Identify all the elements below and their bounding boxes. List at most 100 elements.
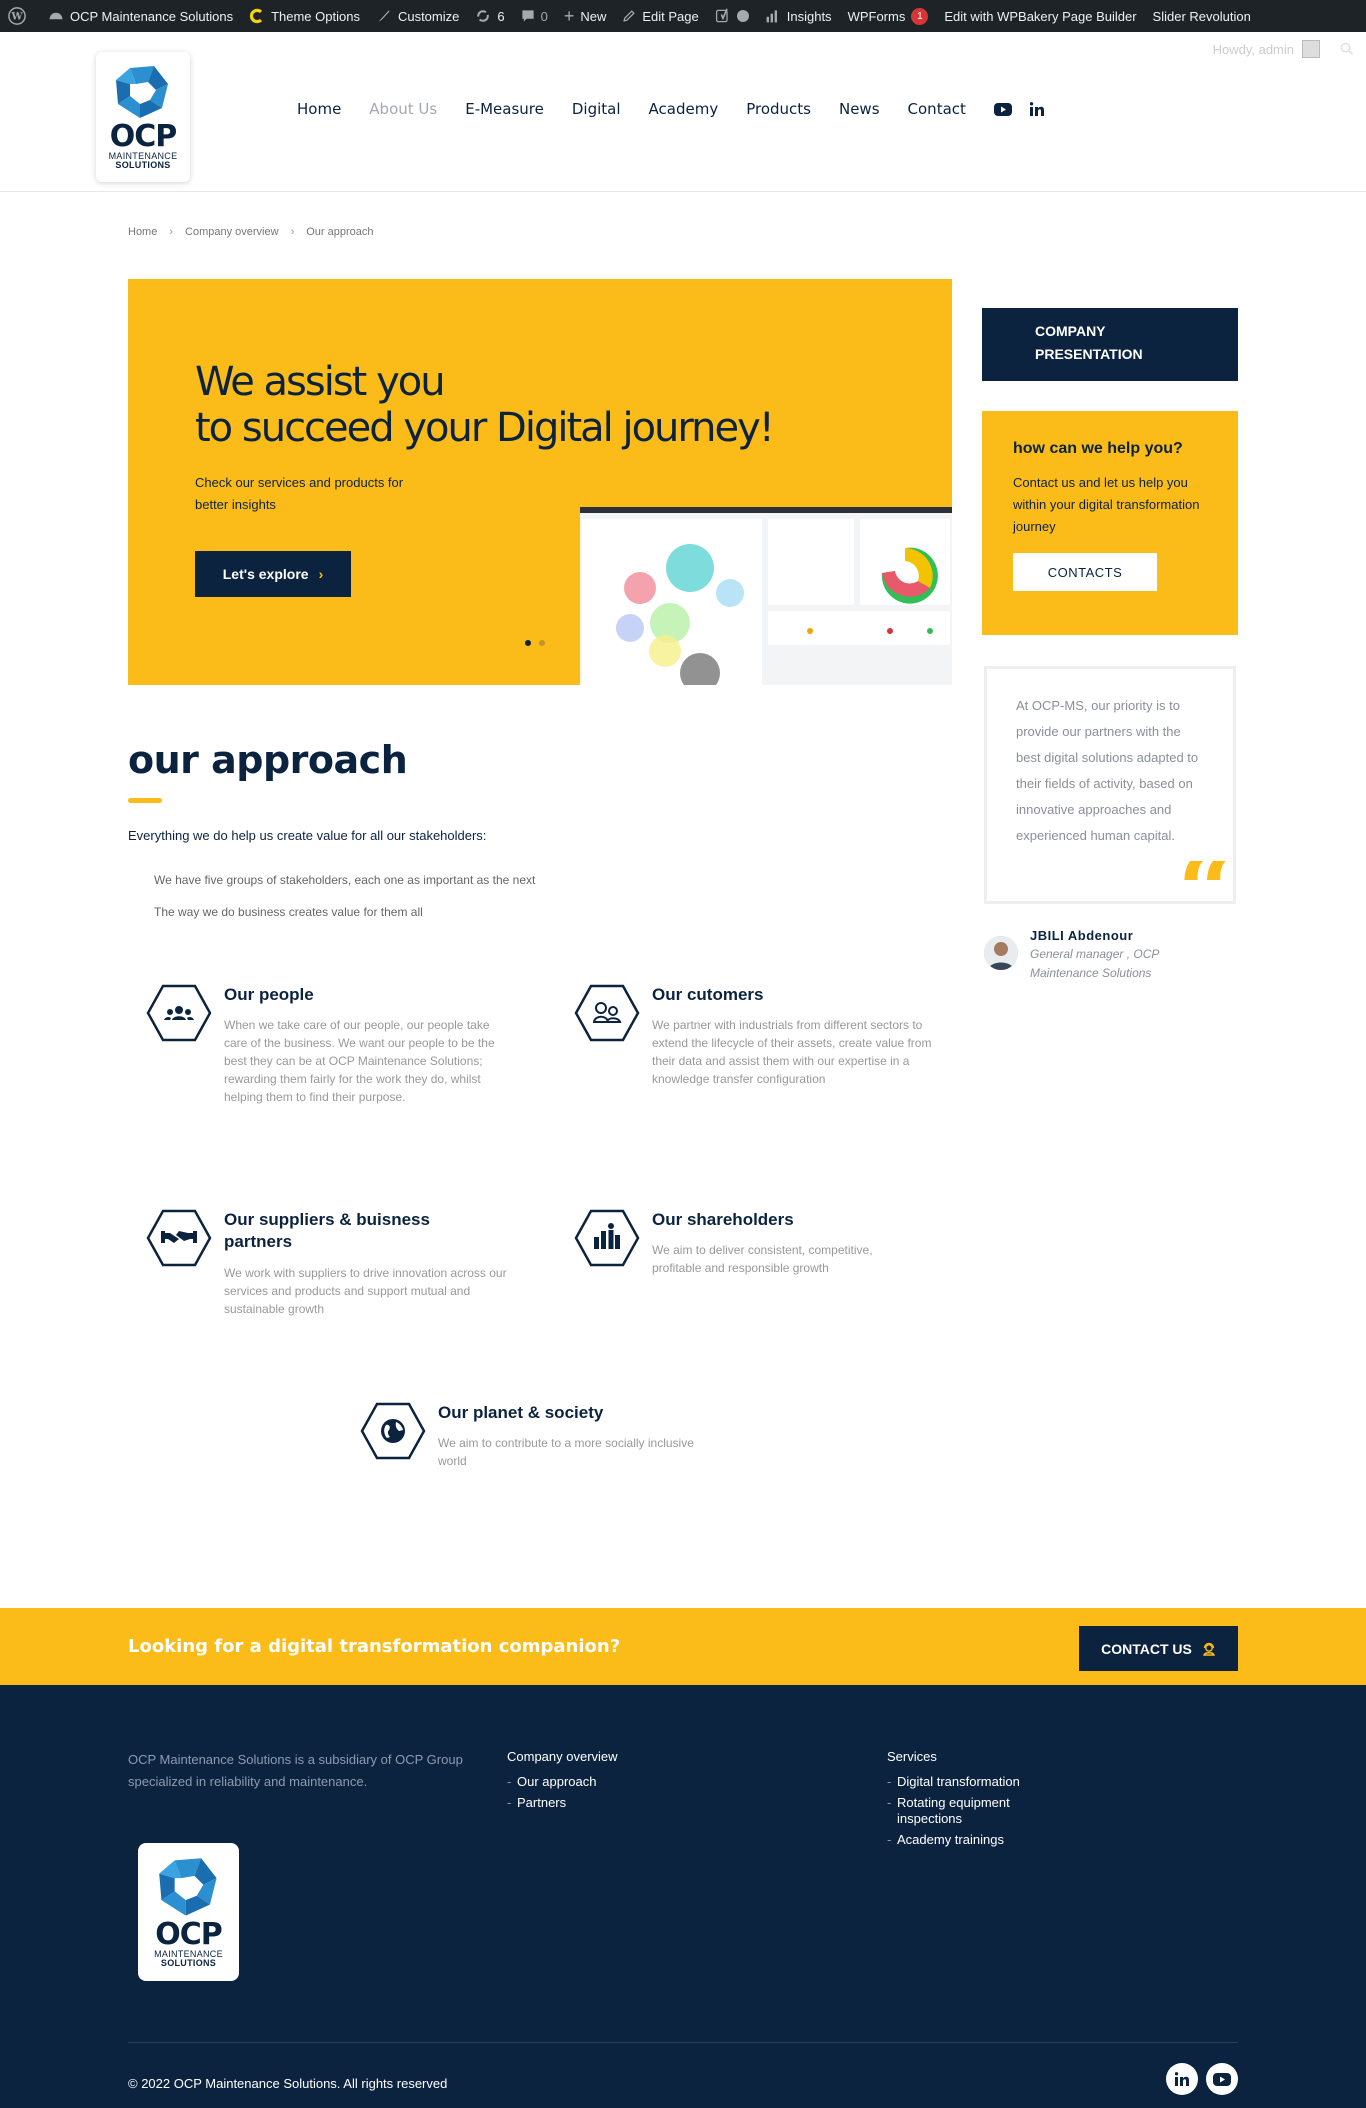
footer-link-partners[interactable]: Partners (507, 1795, 618, 1811)
contacts-button[interactable]: CONTACTS (1013, 553, 1157, 591)
linkedin-icon[interactable] (1166, 2063, 1198, 2095)
stakeholder-title: Our suppliers & buisness partners (224, 1210, 430, 1251)
slider-revolution-menu[interactable]: Slider Revolution (1145, 0, 1259, 32)
help-text: Contact us and let us help you within yo… (1013, 475, 1200, 534)
breadcrumb-company-overview[interactable]: Company overview (185, 226, 279, 238)
stakeholder-customers: Our cutomers We partner with industrials… (574, 984, 934, 1114)
nav-home[interactable]: Home (297, 100, 341, 118)
seo-status-dot (736, 10, 749, 22)
support-agent-icon (1202, 1642, 1215, 1656)
stakeholder-title: Our cutomers (652, 985, 764, 1004)
quote-box: At OCP-MS, our priority is to provide ou… (984, 666, 1236, 904)
site-name-menu[interactable]: OCP Maintenance Solutions (40, 0, 241, 32)
updates-menu[interactable]: 6 (467, 0, 512, 32)
nav-academy[interactable]: Academy (649, 100, 719, 118)
updates-icon (475, 8, 491, 24)
account-menu[interactable]: Howdy, admin (1213, 40, 1320, 58)
footer-link-academy-trainings[interactable]: Academy trainings (887, 1832, 1067, 1848)
quote-text: At OCP-MS, our priority is to provide ou… (1016, 698, 1199, 843)
yoast-menu[interactable] (707, 0, 757, 32)
svg-text:W: W (10, 12, 23, 23)
slider-dot-active[interactable] (525, 640, 531, 646)
breadcrumb: Home › Company overview › Our approach (128, 226, 374, 238)
company-presentation-button[interactable]: COMPANY PRESENTATION (982, 308, 1238, 381)
stakeholder-title: Our people (224, 985, 314, 1004)
footer-logo-name: OCP (155, 1917, 223, 1952)
nav-about-us[interactable]: About Us (369, 100, 437, 118)
stakeholder-text: We partner with industrials from differe… (652, 1018, 932, 1086)
handshake-icon (146, 1209, 212, 1267)
plus-icon: + (563, 5, 575, 26)
nav-e-measure[interactable]: E-Measure (465, 100, 544, 118)
edit-page-menu[interactable]: Edit Page (614, 0, 706, 32)
nav-contact[interactable]: Contact (908, 100, 966, 118)
wpbakery-menu[interactable]: Edit with WPBakery Page Builder (936, 0, 1144, 32)
nav-news[interactable]: News (839, 100, 880, 118)
footer-col-company: Company overview Our approach Partners (507, 1749, 618, 1816)
approach-point: We have five groups of stakeholders, eac… (154, 873, 536, 887)
ocp-logo-mark-icon (116, 66, 168, 118)
admin-bar: W OCP Maintenance Solutions Theme Option… (0, 0, 1366, 32)
chevron-right-icon: › (169, 226, 174, 238)
footer-link-digital-transformation[interactable]: Digital transformation (887, 1774, 1067, 1790)
stakeholder-text: We aim to contribute to a more socially … (438, 1436, 694, 1468)
nav-digital[interactable]: Digital (572, 100, 621, 118)
cta-text: Looking for a digital transformation com… (128, 1636, 621, 1657)
new-content-menu[interactable]: + New (556, 0, 615, 32)
pencil-icon (622, 9, 636, 23)
footer-col-title[interactable]: Company overview (507, 1749, 618, 1764)
theme-options-menu[interactable]: Theme Options (241, 0, 368, 32)
wordpress-menu[interactable]: W (0, 0, 40, 32)
cta-band: Looking for a digital transformation com… (0, 1608, 1366, 1685)
approach-intro: Everything we do help us create value fo… (128, 828, 487, 843)
author-role-1: General manager , OCP (1030, 947, 1160, 961)
page-title: our approach (128, 738, 408, 782)
nav-products[interactable]: Products (746, 100, 811, 118)
dashboard-screenshot (580, 507, 952, 685)
stakeholder-shareholders: Our shareholders We aim to deliver consi… (574, 1209, 934, 1289)
stakeholder-text: We aim to deliver consistent, competitiv… (652, 1243, 873, 1275)
breadcrumb-current: Our approach (306, 226, 374, 238)
search-icon[interactable] (1340, 42, 1354, 56)
footer-col-title[interactable]: Services (887, 1749, 1067, 1764)
logo-name: OCP (109, 119, 178, 154)
yoast-icon (715, 8, 731, 24)
stakeholder-suppliers: Our suppliers & buisness partners We wor… (146, 1209, 516, 1329)
author-name: JBILI Abdenour (1030, 928, 1134, 943)
customize-menu[interactable]: Customize (368, 0, 467, 32)
youtube-icon[interactable] (1206, 2063, 1238, 2095)
hero-subtitle: Check our services and products for bett… (195, 475, 404, 512)
wordpress-icon: W (8, 7, 26, 25)
site-logo[interactable]: OCP MAINTENANCE SOLUTIONS (96, 52, 190, 182)
comment-icon (521, 9, 535, 23)
ocp-logo-mark-icon (158, 1858, 217, 1916)
wpforms-menu[interactable]: WPForms 1 (840, 0, 937, 32)
insights-menu[interactable]: Insights (757, 0, 840, 32)
dashboard-icon (48, 8, 64, 24)
author-role-2: Maintenance Solutions (1030, 966, 1152, 980)
linkedin-icon[interactable] (1029, 102, 1044, 116)
youtube-icon[interactable] (993, 102, 1012, 116)
slider-dot[interactable] (539, 640, 545, 646)
comments-menu[interactable]: 0 (513, 0, 556, 32)
title-underline (128, 798, 162, 803)
quote-author: JBILI Abdenour General manager , OCP Mai… (984, 928, 1159, 983)
main-nav: Home About Us E-Measure Digital Academy … (297, 100, 1062, 118)
footer-logo[interactable]: OCP MAINTENANCE SOLUTIONS (138, 1843, 239, 1981)
lets-explore-button[interactable]: Let's explore › (195, 551, 351, 597)
footer-link-our-approach[interactable]: Our approach (507, 1774, 618, 1790)
breadcrumb-home[interactable]: Home (128, 226, 157, 238)
slider-pagination (525, 640, 553, 646)
footer-link-rotating-equipment[interactable]: Rotating equipment inspections (887, 1795, 1047, 1827)
approach-point: The way we do business creates value for… (154, 905, 423, 919)
help-box: how can we help you? Contact us and let … (982, 411, 1238, 635)
globe-icon (360, 1402, 426, 1460)
site-footer: OCP Maintenance Solutions is a subsidiar… (0, 1685, 1366, 2108)
footer-col-services: Services Digital transformation Rotating… (887, 1749, 1067, 1853)
hero-slider[interactable]: We assist you to succeed your Digital jo… (128, 279, 952, 685)
author-avatar (984, 936, 1018, 970)
contact-us-button[interactable]: CONTACT US (1079, 1626, 1238, 1671)
stakeholder-text: When we take care of our people, our peo… (224, 1018, 495, 1104)
logo-tagline-2: SOLUTIONS (115, 160, 171, 170)
support-agent-icon (574, 984, 640, 1042)
